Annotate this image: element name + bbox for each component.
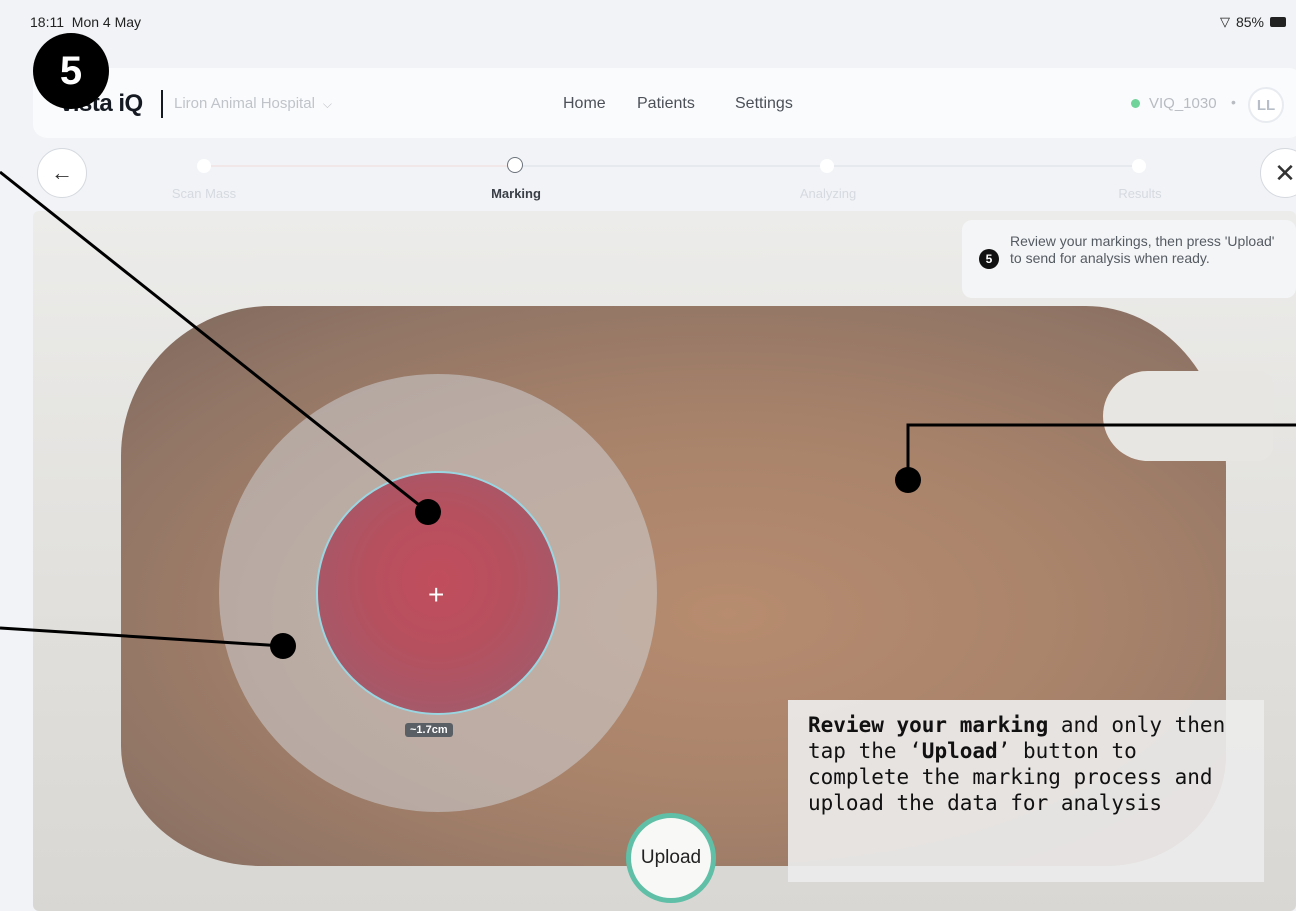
- instruction-bold-2: Upload: [921, 739, 998, 763]
- device-status-dot: [1131, 99, 1140, 108]
- status-indicators: ▽ 85%: [1220, 14, 1286, 30]
- battery-icon: [1270, 17, 1286, 27]
- clinic-selector[interactable]: Liron Animal Hospital ⌵: [174, 95, 332, 112]
- close-icon: ✕: [1274, 157, 1296, 188]
- back-button[interactable]: ←: [37, 148, 87, 198]
- tutorial-step-badge: 5: [33, 33, 109, 109]
- separator-dot: •: [1231, 94, 1236, 110]
- logo-divider: [161, 90, 163, 118]
- size-measurement-label: ~1.7cm: [405, 723, 453, 737]
- nav-settings[interactable]: Settings: [735, 95, 793, 113]
- status-time: 18:11 Mon 4 May: [30, 14, 142, 30]
- tray-notch: [1103, 371, 1273, 461]
- nav-patients[interactable]: Patients: [637, 95, 695, 113]
- center-crosshair-icon[interactable]: +: [428, 579, 444, 611]
- device-id[interactable]: VIQ_1030: [1149, 95, 1217, 112]
- chevron-down-icon: ⌵: [322, 97, 333, 111]
- clinic-name: Liron Animal Hospital: [174, 95, 315, 112]
- step-label-results: Results: [1118, 186, 1162, 201]
- close-button[interactable]: ✕: [1260, 148, 1296, 198]
- arrow-left-icon: ←: [51, 160, 73, 185]
- step-label-scan-mass: Scan Mass: [171, 186, 237, 201]
- step-label-analyzing: Analyzing: [799, 186, 857, 201]
- status-bar: 18:11 Mon 4 May ▽ 85%: [0, 0, 1296, 34]
- guidance-tooltip: 5 Review your markings, then press 'Uplo…: [962, 220, 1296, 298]
- nav-home[interactable]: Home: [563, 95, 606, 113]
- avatar[interactable]: LL: [1248, 87, 1284, 123]
- tooltip-text: Review your markings, then press 'Upload…: [1010, 233, 1275, 266]
- battery-percent: 85%: [1235, 14, 1264, 30]
- step-dot-results: [1132, 159, 1146, 173]
- top-navigation: vista iQ Liron Animal Hospital ⌵ Home Pat…: [33, 68, 1296, 138]
- step-dot-analyzing: [820, 159, 834, 173]
- wifi-icon: ▽: [1219, 14, 1230, 29]
- upload-button[interactable]: Upload: [626, 813, 716, 903]
- step-dot-scan-mass: [197, 159, 211, 173]
- stepper-line: [205, 165, 515, 167]
- step-dot-marking: [507, 157, 523, 173]
- step-label-marking: Marking: [491, 186, 541, 201]
- tooltip-step-number: 5: [979, 249, 999, 269]
- instruction-bold-1: Review your marking: [808, 713, 1049, 737]
- instruction-callout: Review your marking and only then tap th…: [788, 700, 1264, 882]
